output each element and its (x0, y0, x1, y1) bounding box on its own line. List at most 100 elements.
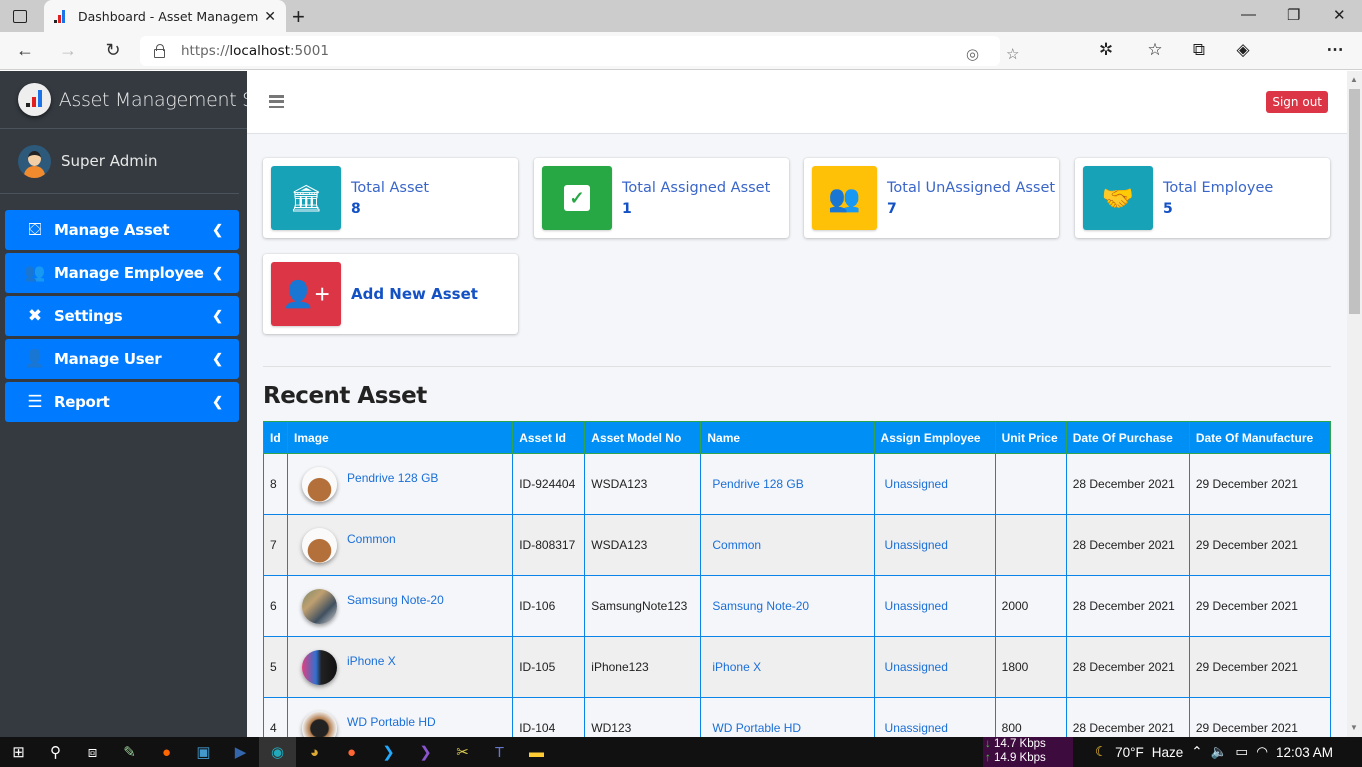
browser-tab[interactable]: Dashboard - Asset Management ✕ (44, 0, 286, 32)
refresh-icon[interactable]: ↻ (102, 40, 124, 61)
extensions-icon[interactable]: ✲ (1094, 40, 1118, 60)
asset-image-link[interactable]: iPhone X (347, 654, 396, 668)
edge-icon[interactable]: ◉ (259, 737, 296, 767)
vertical-scrollbar[interactable]: ▲ ▼ (1347, 71, 1362, 737)
handshake-icon: 🤝 (1083, 166, 1153, 230)
asset-name-link[interactable]: Samsung Note-20 (712, 599, 809, 613)
powershell-icon[interactable]: ▶ (222, 737, 259, 767)
total-asset-card[interactable]: 🏛 Total Asset 8 (263, 158, 518, 238)
assign-employee-link[interactable]: Unassigned (885, 721, 948, 735)
scroll-down-icon[interactable]: ▼ (1350, 723, 1358, 732)
date-of-manufacture: 29 December 2021 (1195, 477, 1298, 491)
sidebar-item-manage-asset[interactable]: ⛋ Manage Asset ❮ (5, 210, 239, 250)
windows-start-icon[interactable]: ⊞ (0, 737, 37, 767)
wifi-icon[interactable]: ◠ (1256, 744, 1268, 760)
sidebar-item-label: Settings (54, 307, 123, 325)
address-bar[interactable]: https://localhost:5001 ◎ ☆ (140, 36, 1019, 66)
user-plus-icon: 👤+ (271, 262, 341, 326)
asset-name-link[interactable]: WD Portable HD (712, 721, 801, 735)
date-of-purchase: 28 December 2021 (1072, 721, 1175, 735)
add-new-asset-card[interactable]: 👤+ Add New Asset (263, 254, 518, 334)
weather-desc[interactable]: Haze (1152, 745, 1184, 760)
restore-icon[interactable]: ❐ (1287, 6, 1300, 24)
location-icon[interactable]: ◎ (966, 45, 979, 63)
control-panel-icon[interactable]: ▣ (185, 737, 222, 767)
main-content: Sign out 🏛 Total Asset 8 ✓ Total Assigne… (247, 71, 1347, 737)
vscode-icon[interactable]: ❯ (370, 737, 407, 767)
column-header: Date Of Manufacture (1188, 421, 1332, 454)
date-of-purchase: 28 December 2021 (1072, 660, 1175, 674)
screenshot-icon[interactable]: ◈ (1231, 40, 1255, 60)
snipping-tool-icon[interactable]: ✂ (444, 737, 481, 767)
visual-studio-icon[interactable]: ❯ (407, 737, 444, 767)
add-favorite-icon[interactable]: ☆ (1006, 45, 1019, 63)
sidebar-menu: ⛋ Manage Asset ❮ 👥 Manage Employee ❮ ✖ S… (0, 194, 247, 422)
weather-icon[interactable]: ☾ (1095, 744, 1107, 760)
total-assigned-asset-card[interactable]: ✓ Total Assigned Asset 1 (534, 158, 789, 238)
clock[interactable]: 12:03 AM (1276, 745, 1333, 760)
lock-icon[interactable] (154, 43, 165, 58)
assign-employee-link[interactable]: Unassigned (885, 660, 948, 674)
tab-actions-icon[interactable] (10, 7, 30, 25)
sidebar-item-report[interactable]: ☰ Report ❮ (5, 382, 239, 422)
asset-name-link[interactable]: iPhone X (712, 660, 761, 674)
sidebar-item-manage-employee[interactable]: 👥 Manage Employee ❮ (5, 253, 239, 293)
file-explorer-icon[interactable]: ▬ (518, 737, 555, 767)
task-view-icon[interactable]: ⧈ (74, 737, 111, 767)
brand-link[interactable]: Asset Management System (0, 71, 247, 129)
postman-icon[interactable]: ● (333, 737, 370, 767)
add-new-asset-link[interactable]: Add New Asset (351, 285, 478, 303)
teams-icon[interactable]: T (481, 737, 518, 767)
total-employee-card[interactable]: 🤝 Total Employee 5 (1075, 158, 1330, 238)
close-tab-icon[interactable]: ✕ (264, 8, 276, 25)
asset-model-no: SamsungNote123 (591, 599, 688, 613)
date-of-manufacture: 29 December 2021 (1195, 721, 1298, 735)
sidebar-item-manage-user[interactable]: 👤 Manage User ❮ (5, 339, 239, 379)
scrollbar-thumb[interactable] (1349, 89, 1360, 314)
chevron-left-icon: ❮ (212, 351, 223, 366)
search-icon[interactable]: ⚲ (37, 737, 74, 767)
close-window-icon[interactable]: ✕ (1333, 6, 1346, 24)
new-tab-icon[interactable]: + (292, 4, 305, 30)
forward-icon[interactable]: → (57, 40, 79, 61)
asset-image-link[interactable]: WD Portable HD (347, 715, 436, 729)
volume-icon[interactable]: 🔈 (1211, 744, 1228, 760)
more-icon[interactable]: ⋯ (1323, 40, 1347, 60)
favorites-icon[interactable]: ☆ (1143, 40, 1167, 60)
battery-icon[interactable]: ▭ (1235, 744, 1248, 760)
show-hidden-icons[interactable]: ⌃ (1191, 744, 1202, 760)
row-id: 7 (270, 538, 277, 552)
total-unassigned-asset-card[interactable]: 👥 Total UnAssigned Asset 7 (804, 158, 1059, 238)
asset-image-link[interactable]: Common (347, 532, 396, 546)
collections-icon[interactable]: ⧉ (1187, 40, 1211, 60)
date-of-purchase: 28 December 2021 (1072, 599, 1175, 613)
sign-out-button[interactable]: Sign out (1266, 91, 1328, 113)
column-header: Name (700, 421, 875, 454)
sidebar-item-settings[interactable]: ✖ Settings ❮ (5, 296, 239, 336)
asset-image-link[interactable]: Pendrive 128 GB (347, 471, 438, 485)
top-navbar: Sign out (247, 71, 1347, 134)
back-icon[interactable]: ← (14, 40, 36, 61)
hamburger-menu-icon[interactable] (269, 95, 284, 108)
chevron-left-icon: ❮ (212, 222, 223, 237)
card-title: Total Assigned Asset (622, 179, 771, 196)
assign-employee-link[interactable]: Unassigned (885, 477, 948, 491)
asset-name-link[interactable]: Pendrive 128 GB (712, 477, 803, 491)
chevron-left-icon: ❮ (212, 308, 223, 323)
table-header-row: Id Image Asset Id Asset Model No Name Assign … (262, 421, 1332, 454)
firefox-icon[interactable]: ● (148, 737, 185, 767)
notepad-icon[interactable]: ✎ (111, 737, 148, 767)
asset-name-link[interactable]: Common (712, 538, 761, 552)
assign-employee-link[interactable]: Unassigned (885, 599, 948, 613)
asset-id: ID-808317 (519, 538, 576, 552)
scroll-up-icon[interactable]: ▲ (1350, 75, 1358, 84)
chrome-icon[interactable]: ◕ (296, 737, 333, 767)
minimize-icon[interactable]: — (1241, 6, 1256, 23)
unit-price: 1800 (1001, 660, 1029, 674)
card-value: 7 (887, 200, 897, 217)
user-panel[interactable]: Super Admin (0, 129, 239, 194)
weather-temp[interactable]: 70°F (1115, 745, 1144, 760)
assign-employee-link[interactable]: Unassigned (885, 538, 948, 552)
system-tray: ☾ 70°F Haze ⌃ 🔈 ▭ ◠ 12:03 AM (1095, 737, 1333, 767)
asset-image-link[interactable]: Samsung Note-20 (347, 593, 444, 607)
